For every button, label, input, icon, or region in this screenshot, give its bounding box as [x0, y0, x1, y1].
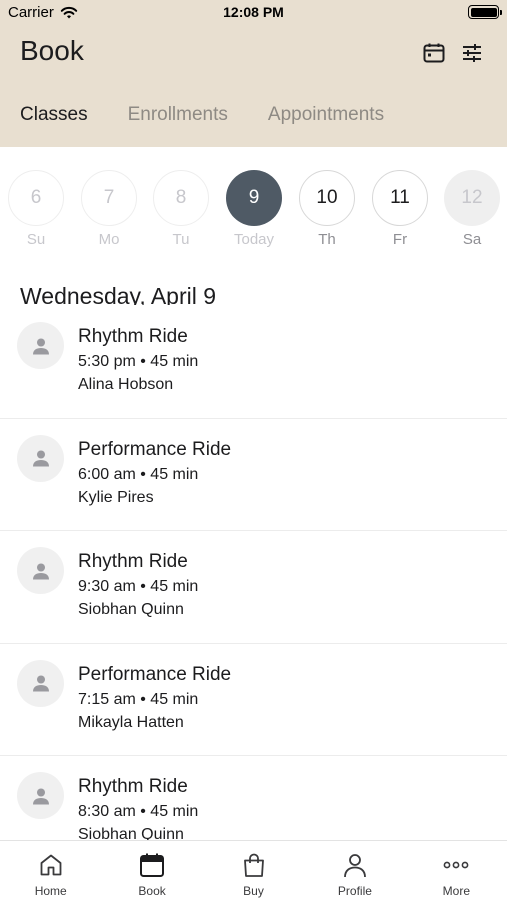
class-list-item[interactable]: Rhythm Ride 5:30 pm • 45 min Alina Hobso… — [0, 306, 507, 419]
day-label: Su — [26, 231, 46, 248]
nav-label: Buy — [243, 884, 264, 898]
battery-icon — [468, 5, 502, 19]
class-info: Rhythm Ride 8:30 am • 45 min Siobhan Qui… — [78, 776, 198, 840]
person-placeholder-icon — [32, 450, 49, 467]
person-icon — [344, 854, 366, 878]
nav-more[interactable]: More — [406, 841, 507, 900]
day-number: 11 — [372, 170, 428, 226]
nav-profile[interactable]: Profile — [304, 841, 405, 900]
class-instructor: Siobhan Quinn — [78, 601, 184, 618]
class-list-item[interactable]: Rhythm Ride 9:30 am • 45 min Siobhan Qui… — [0, 531, 507, 644]
day-number: 9 — [226, 170, 282, 226]
class-name: Performance Ride — [78, 663, 232, 685]
avatar — [17, 547, 64, 594]
filter-button[interactable] — [459, 40, 485, 66]
nav-label: Home — [34, 884, 67, 898]
person-placeholder-icon — [32, 675, 49, 692]
day-sunday[interactable]: 6 Su — [8, 170, 64, 248]
class-instructor: Siobhan Quinn — [78, 826, 184, 840]
day-today[interactable]: 9 Today — [226, 170, 282, 248]
day-friday[interactable]: 11 Fr — [372, 170, 428, 248]
class-instructor: Alina Hobson — [78, 376, 174, 393]
tab-enrollments[interactable]: Enrollments — [128, 104, 228, 126]
day-number: 10 — [299, 170, 355, 226]
class-time: 9:30 am • 45 min — [78, 578, 199, 595]
class-name: Rhythm Ride — [78, 326, 188, 347]
status-bar: Carrier 12:08 PM — [0, 0, 507, 24]
more-dots-icon — [443, 861, 469, 869]
day-number: 7 — [81, 170, 137, 226]
class-info: Rhythm Ride 5:30 pm • 45 min Alina Hobso… — [78, 326, 198, 396]
calendar-button[interactable] — [421, 40, 447, 66]
day-tuesday[interactable]: 8 Tu — [153, 170, 209, 248]
day-label: Tu — [172, 231, 190, 248]
avatar — [17, 772, 64, 819]
class-time: 8:30 am • 45 min — [78, 803, 199, 820]
class-info: Rhythm Ride 9:30 am • 45 min Siobhan Qui… — [78, 551, 198, 621]
class-time: 7:15 am • 45 min — [78, 690, 199, 708]
day-picker: 6 Su 7 Mo 8 Tu 9 Today 10 Th 11 Fr 12 Sa — [0, 170, 507, 250]
avatar — [17, 322, 64, 369]
page-title: Book — [20, 35, 84, 66]
calendar-icon — [140, 853, 165, 877]
avatar — [17, 434, 64, 482]
day-number: 8 — [153, 170, 209, 226]
status-time: 12:08 PM — [223, 4, 284, 20]
day-number: 6 — [8, 170, 64, 226]
class-info: Performance Ride 7:15 am • 45 min Mikayl… — [78, 664, 231, 734]
tab-appointments[interactable]: Appointments — [268, 104, 384, 126]
day-saturday[interactable]: 12 Sa — [444, 170, 500, 248]
filter-sliders-icon — [463, 44, 481, 62]
nav-buy[interactable]: Buy — [203, 841, 304, 900]
day-label: Sa — [462, 231, 482, 248]
class-list-item[interactable]: Performance Ride 7:15 am • 45 min Mikayl… — [0, 644, 507, 756]
person-placeholder-icon — [32, 788, 49, 804]
tab-classes[interactable]: Classes — [20, 104, 88, 126]
class-list-item[interactable]: Rhythm Ride 8:30 am • 45 min Siobhan Qui… — [0, 756, 507, 840]
bottom-nav: Home Book Buy Profile More — [0, 840, 507, 900]
class-info: Performance Ride 6:00 am • 45 min Kylie … — [78, 439, 231, 509]
person-placeholder-icon — [32, 338, 49, 354]
class-name: Rhythm Ride — [78, 551, 188, 572]
tab-bar: Classes Enrollments Appointments — [20, 104, 384, 126]
day-monday[interactable]: 7 Mo — [81, 170, 137, 248]
class-name: Rhythm Ride — [78, 776, 188, 797]
person-placeholder-icon — [32, 563, 49, 579]
nav-book[interactable]: Book — [101, 841, 202, 900]
class-instructor: Mikayla Hatten — [78, 713, 184, 731]
day-label: Today — [233, 231, 275, 248]
avatar — [17, 659, 64, 707]
header: Carrier 12:08 PM Book Classes Enrollment… — [0, 0, 507, 147]
class-time: 6:00 am • 45 min — [78, 465, 199, 483]
nav-label: Book — [138, 884, 166, 898]
class-list-item[interactable]: Performance Ride 6:00 am • 45 min Kylie … — [0, 419, 507, 531]
header-actions — [421, 40, 485, 66]
home-icon — [40, 854, 62, 876]
class-instructor: Kylie Pires — [78, 488, 154, 506]
day-label: Fr — [392, 231, 408, 248]
day-label: Mo — [98, 231, 120, 248]
class-name: Performance Ride — [78, 438, 232, 460]
nav-label: More — [442, 884, 470, 898]
date-heading: Wednesday, April 9 — [20, 283, 217, 305]
class-time: 5:30 pm • 45 min — [78, 353, 199, 370]
day-thursday[interactable]: 10 Th — [299, 170, 355, 248]
nav-label: Profile — [337, 884, 372, 898]
day-number: 12 — [444, 170, 500, 226]
day-label: Th — [318, 231, 336, 248]
shopping-bag-icon — [243, 853, 264, 877]
nav-home[interactable]: Home — [0, 841, 101, 900]
calendar-icon — [423, 43, 445, 63]
class-list: Rhythm Ride 5:30 pm • 45 min Alina Hobso… — [0, 306, 507, 840]
